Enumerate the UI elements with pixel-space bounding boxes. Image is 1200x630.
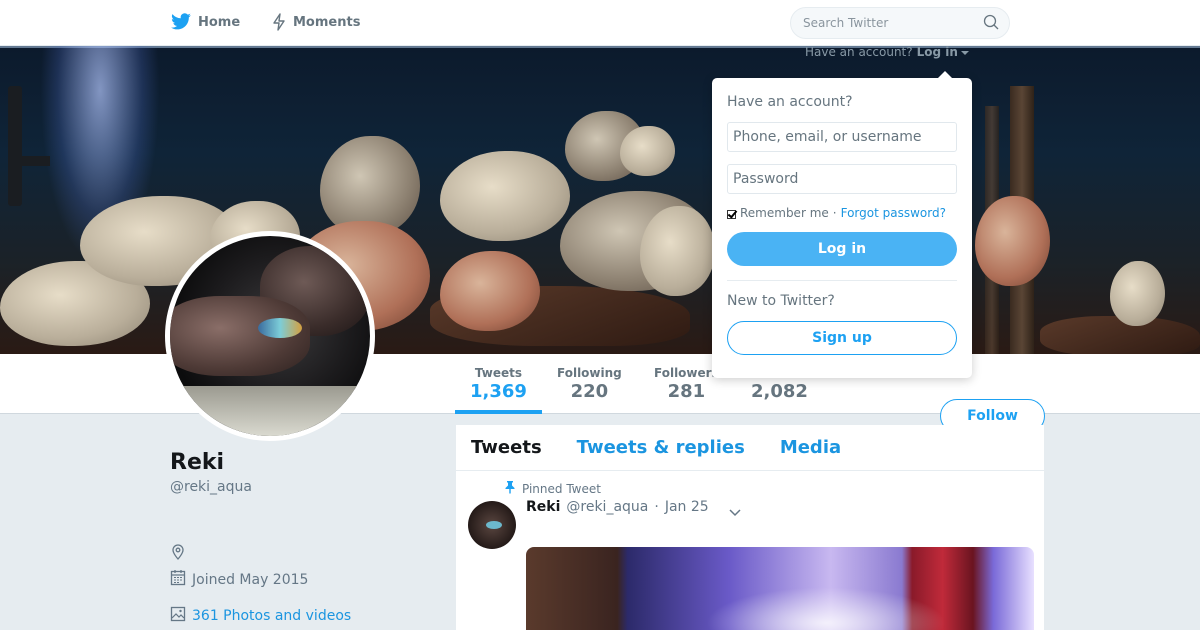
separator-dot: · xyxy=(832,206,837,220)
tweet-separator: · xyxy=(654,499,659,515)
remember-me-label[interactable]: Remember me xyxy=(740,206,829,220)
stat-followers-value: 281 xyxy=(667,381,706,402)
chevron-down-icon[interactable] xyxy=(728,503,742,522)
stat-likes-value: 2,082 xyxy=(751,381,808,402)
tab-tweets-and-replies[interactable]: Tweets & replies xyxy=(577,437,745,458)
stat-followers[interactable]: Followers 281 xyxy=(654,366,719,402)
joined-date: Joined May 2015 xyxy=(192,571,309,588)
pinned-tweet-indicator: Pinned Tweet xyxy=(504,480,601,497)
tab-tweets[interactable]: Tweets xyxy=(471,437,542,458)
timeline-tabs: Tweets Tweets & replies Media xyxy=(456,425,1044,471)
password-placeholder: Password xyxy=(733,171,799,187)
nav-moments-label: Moments xyxy=(293,14,361,30)
signup-button[interactable]: Sign up xyxy=(727,321,957,355)
search-placeholder: Search Twitter xyxy=(803,16,889,30)
stat-following-label: Following xyxy=(557,366,622,380)
nav-home-label: Home xyxy=(198,14,241,30)
dropdown-title: Have an account? xyxy=(727,94,853,110)
nav-home[interactable]: Home xyxy=(170,13,240,31)
login-link[interactable]: Log in xyxy=(917,45,958,59)
profile-photos-videos[interactable]: 361 Photos and videos xyxy=(170,605,351,626)
active-stat-underline xyxy=(455,410,542,414)
profile-name: Reki xyxy=(170,450,225,475)
username-field[interactable]: Phone, email, or username xyxy=(727,122,957,152)
photos-videos-link[interactable]: 361 Photos and videos xyxy=(192,608,351,624)
location-pin-icon xyxy=(170,543,186,564)
profile-location xyxy=(170,543,186,564)
profile-card: Reki @reki_aqua xyxy=(170,450,252,495)
tweet-author-name[interactable]: Reki xyxy=(526,499,560,515)
tweet-media-image[interactable] xyxy=(526,547,1034,630)
username-placeholder: Phone, email, or username xyxy=(733,129,922,145)
twitter-bird-icon xyxy=(170,13,192,31)
dropdown-divider xyxy=(727,280,957,281)
login-button[interactable]: Log in xyxy=(727,232,957,266)
forgot-password-link[interactable]: Forgot password? xyxy=(841,206,946,220)
password-field[interactable]: Password xyxy=(727,164,957,194)
avatar[interactable] xyxy=(165,231,375,441)
new-to-twitter-text: New to Twitter? xyxy=(727,293,835,309)
stat-followers-label: Followers xyxy=(654,366,719,380)
tweet-author-avatar[interactable] xyxy=(468,501,516,549)
stat-following[interactable]: Following 220 xyxy=(557,366,622,402)
login-dropdown: Have an account? Phone, email, or userna… xyxy=(712,71,972,378)
stat-tweets-value: 1,369 xyxy=(470,381,527,402)
tweet-header: Reki @reki_aqua · Jan 25 xyxy=(526,499,709,515)
top-navigation-bar: Home Moments Search Twitter xyxy=(0,0,1200,46)
search-icon[interactable] xyxy=(983,14,999,33)
pinned-tweet-label: Pinned Tweet xyxy=(522,481,601,496)
remember-me-checkbox[interactable] xyxy=(727,209,736,219)
stat-tweets-label: Tweets xyxy=(474,366,523,380)
login-hint[interactable]: Have an account? Log in xyxy=(805,45,969,59)
image-icon xyxy=(170,605,186,626)
profile-joined: Joined May 2015 xyxy=(170,569,308,590)
have-account-text: Have an account? xyxy=(805,45,913,59)
stat-following-value: 220 xyxy=(570,381,609,402)
stat-tweets[interactable]: Tweets 1,369 xyxy=(470,366,527,402)
profile-handle[interactable]: @reki_aqua xyxy=(170,479,252,495)
tweet-timeline: Tweets Tweets & replies Media Pinned Twe… xyxy=(456,425,1044,630)
nav-moments[interactable]: Moments xyxy=(271,13,360,31)
search-input[interactable]: Search Twitter xyxy=(790,7,1010,39)
pin-icon xyxy=(504,480,516,497)
tweet-date[interactable]: Jan 25 xyxy=(665,499,709,515)
calendar-icon xyxy=(170,569,186,590)
tab-media[interactable]: Media xyxy=(780,437,841,458)
lightning-bolt-icon xyxy=(271,13,287,31)
tweet-author-handle[interactable]: @reki_aqua xyxy=(566,499,648,515)
caret-down-icon xyxy=(960,50,969,55)
